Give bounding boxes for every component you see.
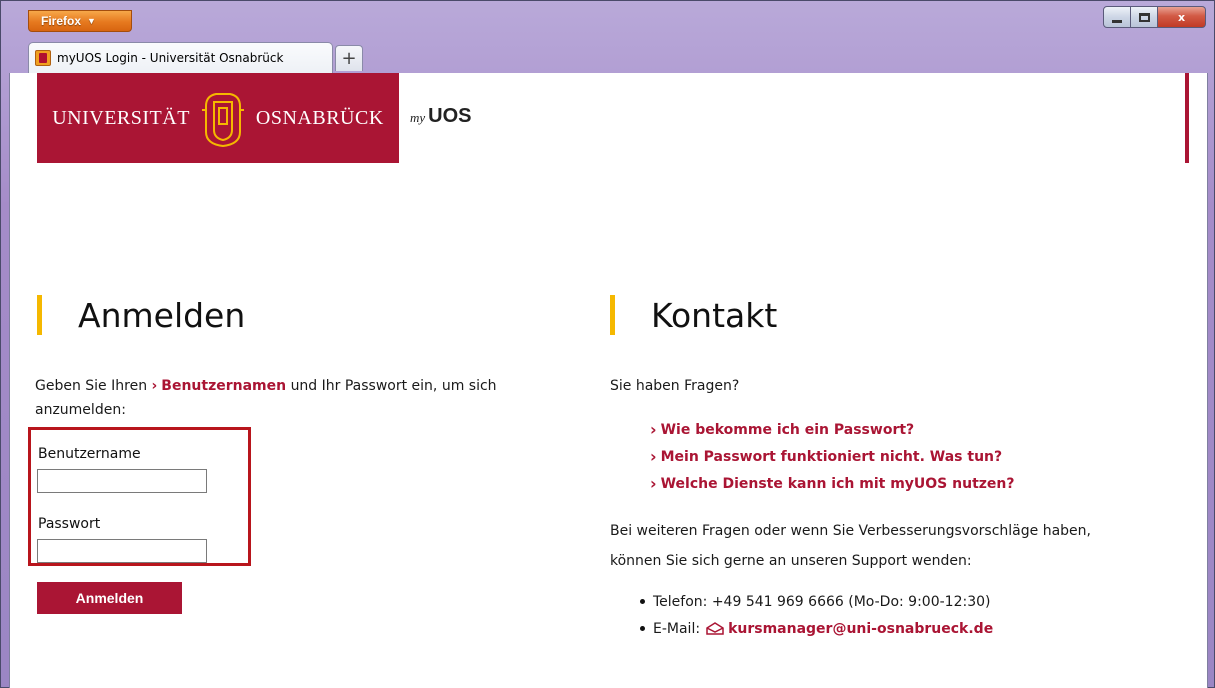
maximize-button[interactable] (1131, 6, 1158, 28)
faq-item[interactable]: › Welche Dienste kann ich mit myUOS nutz… (650, 470, 1015, 497)
contact-question: Sie haben Fragen? (610, 378, 740, 394)
page-viewport: UNIVERSITÄT OSNABRÜCK my UOS Anmelden Ge… (9, 73, 1208, 688)
heading-accent-bar (37, 295, 42, 335)
bullet (640, 599, 645, 604)
new-tab-button[interactable]: + (335, 45, 363, 71)
login-form-highlight: Benutzername Passwort (28, 427, 251, 566)
tab-title: myUOS Login - Universität Osnabrück (57, 51, 284, 65)
contact-heading: Kontakt (610, 295, 777, 335)
faq-link-services[interactable]: Welche Dienste kann ich mit myUOS nutzen… (661, 476, 1015, 492)
window-controls: x (1103, 6, 1206, 28)
logo-text-left: UNIVERSITÄT (52, 106, 190, 129)
browser-window: Firefox ▼ x myUOS Login - Universität Os… (0, 0, 1215, 688)
arrow-right-icon: › (650, 474, 657, 493)
logo-text-right: OSNABRÜCK (255, 106, 384, 129)
password-label: Passwort (38, 516, 101, 532)
contact-list: Telefon: +49 541 969 6666 (Mo-Do: 9:00-1… (640, 588, 993, 642)
login-heading-text: Anmelden (78, 295, 246, 335)
header-right-rule (1185, 73, 1189, 163)
login-submit-button[interactable]: Anmelden (37, 582, 182, 614)
phone-text: Telefon: +49 541 969 6666 (Mo-Do: 9:00-1… (653, 593, 991, 610)
intro-text-before: Geben Sie Ihren (35, 378, 148, 394)
faq-item[interactable]: › Wie bekomme ich ein Passwort? (650, 416, 1015, 443)
title-bar: Firefox ▼ x (1, 1, 1214, 39)
faq-list: › Wie bekomme ich ein Passwort? › Mein P… (650, 416, 1015, 497)
email-link[interactable]: kursmanager@uni-osnabrueck.de (728, 617, 993, 641)
university-logo[interactable]: UNIVERSITÄT OSNABRÜCK (37, 73, 399, 163)
arrow-right-icon: › (650, 420, 657, 439)
chevron-down-icon: ▼ (87, 16, 96, 26)
email-label: E-Mail: (653, 620, 701, 637)
contact-email-item: E-Mail: kursmanager@uni-osnabrueck.de (640, 615, 993, 642)
username-label: Benutzername (38, 446, 141, 462)
myuos-brand: my UOS (410, 105, 472, 128)
support-text: Bei weiteren Fragen oder wenn Sie Verbes… (610, 523, 1091, 569)
username-input[interactable] (37, 469, 207, 493)
mail-icon (706, 622, 724, 635)
university-seal-icon (201, 93, 244, 148)
close-window-button[interactable]: x (1158, 6, 1206, 28)
close-icon: x (1177, 10, 1186, 24)
brand-my: my (410, 110, 426, 125)
login-heading: Anmelden (37, 295, 245, 335)
firefox-menu-label: Firefox (41, 14, 82, 28)
username-help-link[interactable]: Benutzernamen (161, 378, 286, 394)
bullet (640, 626, 645, 631)
password-input[interactable] (37, 539, 207, 563)
minimize-icon (1112, 19, 1122, 23)
minimize-button[interactable] (1103, 6, 1131, 28)
plus-icon: + (341, 48, 357, 69)
contact-phone-item: Telefon: +49 541 969 6666 (Mo-Do: 9:00-1… (640, 588, 993, 615)
brand-uos: UOS (428, 105, 472, 127)
faq-item[interactable]: › Mein Passwort funktioniert nicht. Was … (650, 443, 1015, 470)
arrow-right-icon: › (650, 447, 657, 466)
heading-accent-bar (610, 295, 615, 335)
arrow-right-icon: › (151, 378, 158, 394)
firefox-menu-button[interactable]: Firefox ▼ (28, 10, 132, 32)
faq-link-password-broken[interactable]: Mein Passwort funktioniert nicht. Was tu… (661, 449, 1003, 465)
login-intro: Geben Sie Ihren › Benutzernamen und Ihr P… (35, 374, 575, 422)
favicon-icon (35, 50, 51, 66)
browser-tab[interactable]: myUOS Login - Universität Osnabrück (28, 42, 333, 73)
maximize-icon (1138, 12, 1150, 22)
faq-link-password[interactable]: Wie bekomme ich ein Passwort? (661, 422, 915, 438)
contact-heading-text: Kontakt (651, 295, 778, 335)
